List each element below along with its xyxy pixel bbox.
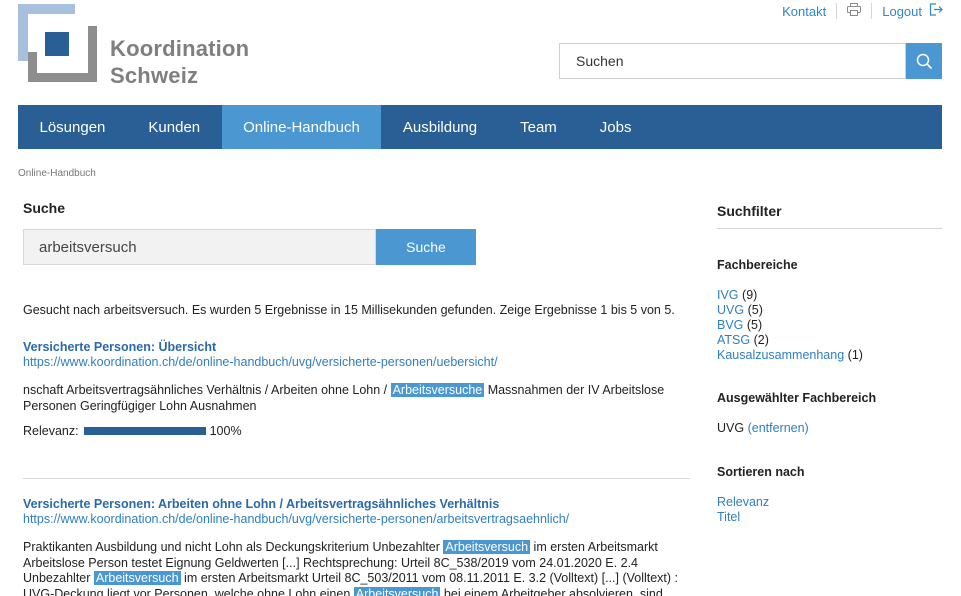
search-result: Versicherte Personen: Übersicht https://…: [23, 340, 690, 438]
filter-item-ivg[interactable]: IVG (9): [717, 288, 942, 303]
logout-icon[interactable]: [929, 3, 943, 19]
result-relevance: Relevanz: 100%: [23, 424, 690, 438]
search-icon: [916, 53, 932, 69]
result-title[interactable]: Versicherte Personen: Übersicht: [23, 340, 690, 354]
result-snippet: nschaft Arbeitsvertragsähnliches Verhält…: [23, 383, 690, 414]
relevance-bar: [83, 427, 206, 435]
logo-mark-gray-bottom: [28, 73, 97, 82]
nav-item-loesungen[interactable]: Lösungen: [18, 105, 127, 149]
top-links-separator: [871, 3, 873, 19]
filter-link[interactable]: UVG: [717, 303, 744, 317]
snippet-highlight: Arbeitsversuche: [390, 383, 485, 397]
filter-link[interactable]: IVG: [717, 288, 739, 302]
remove-filter-link[interactable]: (entfernen): [748, 421, 809, 435]
filter-count: (9): [742, 288, 758, 302]
search-form: arbeitsversuch Suche: [23, 229, 476, 265]
nav-item-jobs[interactable]: Jobs: [578, 105, 653, 149]
result-title[interactable]: Versicherte Personen: Arbeiten ohne Lohn…: [23, 497, 690, 511]
snippet-highlight: Arbeitsversuch: [93, 571, 181, 585]
site-search: Suchen: [559, 43, 942, 79]
fachbereiche-list: IVG (9) UVG (5) BVG (5) ATSG (2) Kausalz…: [717, 288, 942, 363]
snippet-highlight: Arbeitsversuch: [443, 540, 531, 554]
logout-link[interactable]: Logout: [882, 4, 922, 19]
result-divider: [23, 478, 690, 479]
relevance-label: Relevanz:: [23, 424, 79, 438]
nav-item-online-handbuch[interactable]: Online-Handbuch: [221, 105, 382, 149]
site-logo[interactable]: Koordination Schweiz: [18, 4, 258, 88]
snippet-text: nschaft Arbeitsvertragsähnliches Verhält…: [23, 383, 391, 397]
search-submit-button[interactable]: Suche: [376, 229, 476, 265]
main-nav: Lösungen Kunden Online-Handbuch Ausbildu…: [18, 105, 942, 149]
selected-area-value: UVG: [717, 421, 745, 435]
search-result: Versicherte Personen: Arbeiten ohne Lohn…: [23, 497, 690, 596]
result-url[interactable]: https://www.koordination.ch/de/online-ha…: [23, 355, 690, 369]
filter-count: (2): [753, 333, 769, 347]
nav-item-team[interactable]: Team: [499, 105, 579, 149]
result-snippet: Praktikanten Ausbildung und nicht Lohn a…: [23, 540, 690, 596]
sort-title: Sortieren nach: [717, 465, 805, 479]
print-icon[interactable]: [847, 3, 862, 19]
snippet-highlight: Arbeitsversuch: [353, 586, 441, 596]
filter-count: (1): [847, 348, 863, 362]
selected-area: UVG (entfernen): [717, 421, 942, 436]
search-results-column: Suche arbeitsversuch Suche Gesucht nach …: [23, 200, 690, 596]
logo-mark-light-left: [18, 4, 28, 61]
filter-link[interactable]: Kausalzusammenhang: [717, 348, 844, 362]
sort-option-titel[interactable]: Titel: [717, 510, 942, 525]
selected-area-title: Ausgewählter Fachbereich: [717, 391, 877, 405]
result-url[interactable]: https://www.koordination.ch/de/online-ha…: [23, 512, 690, 526]
filter-item-uvg[interactable]: UVG (5): [717, 303, 942, 318]
breadcrumb[interactable]: Online-Handbuch: [18, 168, 96, 179]
nav-item-ausbildung[interactable]: Ausbildung: [381, 105, 498, 149]
snippet-text: Praktikanten Ausbildung und nicht Lohn a…: [23, 540, 444, 554]
search-summary: Gesucht nach arbeitsversuch. Es wurden 5…: [23, 303, 675, 317]
contact-link[interactable]: Kontakt: [782, 4, 826, 19]
top-links-separator: [836, 3, 838, 19]
filter-link[interactable]: ATSG: [717, 333, 750, 347]
logo-wordmark: Koordination Schweiz: [110, 35, 249, 89]
site-search-input[interactable]: Suchen: [559, 43, 906, 79]
relevance-value: 100%: [209, 424, 242, 438]
filter-title: Suchfilter: [717, 203, 942, 229]
logo-mark-blue-square: [45, 32, 69, 56]
filter-link[interactable]: BVG: [717, 318, 743, 332]
filter-item-kausalzusammenhang[interactable]: Kausalzusammenhang (1): [717, 348, 942, 363]
top-links: Kontakt Logout: [782, 2, 943, 20]
fachbereiche-title: Fachbereiche: [717, 258, 798, 272]
filter-item-atsg[interactable]: ATSG (2): [717, 333, 942, 348]
filter-count: (5): [746, 318, 763, 332]
sort-option-relevanz[interactable]: Relevanz: [717, 495, 942, 510]
search-query-input[interactable]: arbeitsversuch: [23, 229, 376, 265]
search-title: Suche: [23, 200, 66, 216]
search-filter-panel: Suchfilter Fachbereiche IVG (9) UVG (5) …: [717, 203, 942, 525]
filter-item-bvg[interactable]: BVG (5): [717, 318, 942, 333]
sort-options: Relevanz Titel: [717, 495, 942, 525]
logo-line-1: Koordination: [110, 36, 250, 61]
site-search-button[interactable]: [906, 43, 942, 79]
nav-item-kunden[interactable]: Kunden: [127, 105, 222, 149]
logo-line-2: Schweiz: [110, 63, 199, 88]
logo-mark-gray-left: [28, 52, 37, 82]
filter-count: (5): [747, 303, 763, 317]
